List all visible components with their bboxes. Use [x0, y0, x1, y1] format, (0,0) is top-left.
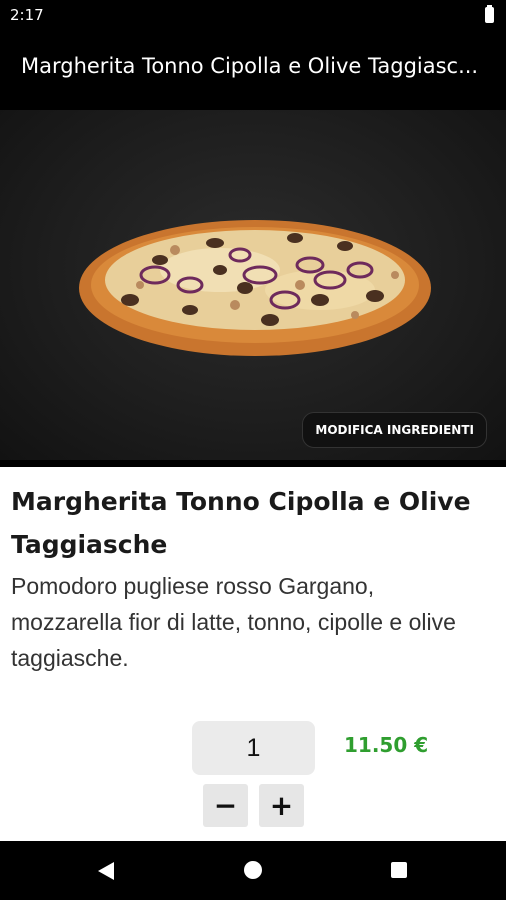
increment-button[interactable]: + — [259, 784, 304, 827]
recents-icon[interactable] — [391, 862, 407, 878]
product-image: MODIFICA INGREDIENTI — [0, 110, 506, 460]
status-time: 2:17 — [10, 6, 44, 24]
back-icon[interactable] — [97, 861, 115, 881]
home-icon[interactable] — [244, 861, 262, 879]
product-name: Margherita Tonno Cipolla e Olive Taggias… — [11, 487, 471, 559]
price-label: 11.50 € — [344, 733, 429, 757]
product-description: Pomodoro pugliese rosso Gargano, mozzare… — [11, 573, 456, 671]
app-bar: Margherita Tonno Cipolla e Olive Taggias… — [0, 32, 506, 110]
edit-ingredients-button[interactable]: MODIFICA INGREDIENTI — [302, 412, 487, 448]
pizza-illustration — [79, 220, 431, 356]
decrement-button[interactable]: − — [203, 784, 248, 827]
divider — [0, 460, 506, 467]
navigation-bar — [0, 841, 506, 900]
status-bar: 2:17 — [0, 0, 506, 32]
quantity-field[interactable]: 1 — [192, 721, 315, 775]
page-title: Margherita Tonno Cipolla e Olive Taggias… — [21, 54, 479, 78]
battery-icon — [485, 5, 494, 23]
